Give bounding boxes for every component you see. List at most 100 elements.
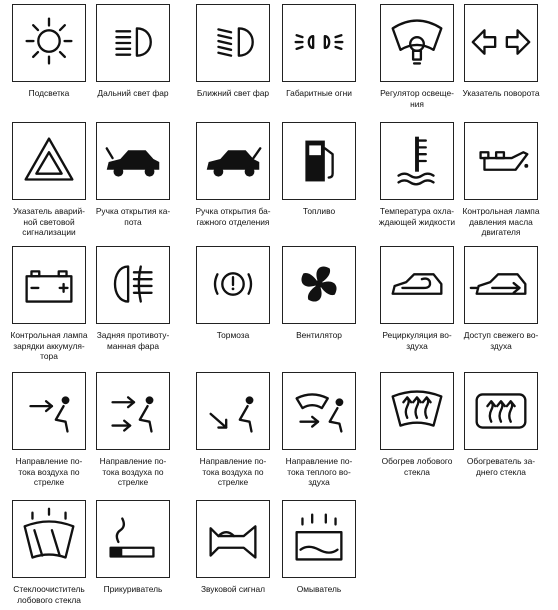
- caption-line: Топливо: [302, 206, 336, 216]
- symbol-caption: Ручка открытия ка-пота: [86, 206, 180, 227]
- caption-line: стрелке: [217, 477, 249, 487]
- symbol-caption: Дальний свет фар: [86, 88, 180, 99]
- fuel-icon: [283, 123, 355, 199]
- symbol-caption: Омыватель: [272, 584, 366, 595]
- symbol-frame: [282, 372, 356, 450]
- low-beam-icon: [197, 5, 269, 81]
- caption-line: здуха: [308, 477, 330, 487]
- caption-line: Дальний свет фар: [97, 88, 169, 98]
- symbol-caption: Доступ свежего во-здуха: [454, 330, 548, 351]
- caption-line: Направление по-: [99, 456, 167, 466]
- caption-line: тока воздуха по: [102, 466, 164, 477]
- symbol-frame: [96, 122, 170, 200]
- caption-line: Подсветка: [28, 88, 70, 98]
- symbol-caption: Тормоза: [186, 330, 280, 341]
- windshield-wiper-icon: [13, 501, 85, 577]
- symbol-frame: [464, 122, 538, 200]
- cigarette-lighter-icon: [97, 501, 169, 577]
- symbol-frame: [96, 372, 170, 450]
- horn-icon: [197, 501, 269, 577]
- caption-line: Обогрев лобового: [381, 456, 453, 466]
- caption-line: Направление по-: [15, 456, 83, 466]
- airflow-face-icon: [13, 373, 85, 449]
- symbol-frame: [196, 122, 270, 200]
- caption-line: тока теплого во-: [287, 466, 351, 477]
- windshield-defrost-icon: [381, 373, 453, 449]
- caption-line: здуха: [490, 340, 512, 351]
- symbol-caption: Ручка открытия ба-гажного отделения: [186, 206, 280, 227]
- symbol-frame: [12, 4, 86, 82]
- symbol-frame: [380, 246, 454, 324]
- symbol-caption: Контрольная лампа зарядки аккумуля-тора: [2, 330, 96, 362]
- washer-icon: [283, 501, 355, 577]
- hood-release-icon: [97, 123, 169, 199]
- symbol-caption: Указатель поворота: [454, 88, 548, 99]
- caption-line: манная фара: [106, 340, 160, 351]
- caption-line: Температура охла-: [379, 206, 455, 216]
- rear-fog-lamp-icon: [97, 247, 169, 323]
- symbol-frame: [12, 122, 86, 200]
- instrument-illumination-icon: [13, 5, 85, 81]
- oil-pressure-icon: [465, 123, 537, 199]
- caption-line: давления масла: [469, 216, 533, 227]
- caption-line: стрелке: [117, 477, 149, 487]
- side-lights-icon: [283, 5, 355, 81]
- caption-line: Рециркуляция во-: [382, 330, 452, 340]
- symbol-caption: Подсветка: [2, 88, 96, 99]
- caption-line: Направление по-: [285, 456, 353, 466]
- lighting-regulator-icon: [381, 5, 453, 81]
- caption-line: здуха: [406, 340, 428, 351]
- symbol-caption: Ближний свет фар: [186, 88, 280, 99]
- caption-line: Контрольная лампа: [10, 330, 88, 340]
- symbol-frame: [96, 500, 170, 578]
- symbol-frame: [282, 4, 356, 82]
- symbol-frame: [380, 372, 454, 450]
- hazard-warning-icon: [13, 123, 85, 199]
- symbol-caption: Регулятор освеще-ния: [370, 88, 464, 109]
- coolant-temperature-icon: [381, 123, 453, 199]
- symbol-frame: [96, 246, 170, 324]
- symbol-frame: [464, 4, 538, 82]
- symbol-frame: [12, 500, 86, 578]
- symbol-caption: Направление по-тока воздуха по стрелке: [2, 456, 96, 488]
- airflow-feet-icon: [197, 373, 269, 449]
- symbol-caption: Направление по-тока воздуха по стрелке: [86, 456, 180, 488]
- symbol-caption: Звуковой сигнал: [186, 584, 280, 595]
- symbol-frame: [282, 246, 356, 324]
- symbol-caption: Вентилятор: [272, 330, 366, 341]
- caption-line: Задняя противоту-: [96, 330, 170, 340]
- symbol-caption: Топливо: [272, 206, 366, 217]
- caption-line: Ручка открытия ба-: [195, 206, 271, 216]
- symbol-frame: [12, 246, 86, 324]
- caption-line: Обогреватель за-: [466, 456, 536, 466]
- brake-icon: [197, 247, 269, 323]
- caption-line: двигателя: [481, 227, 521, 237]
- caption-line: Габаритные огни: [286, 88, 352, 98]
- air-recirculation-icon: [381, 247, 453, 323]
- symbol-frame: [196, 246, 270, 324]
- caption-line: Стеклоочиститель: [13, 584, 85, 594]
- symbol-caption: Обогрев лобового стекла: [370, 456, 464, 477]
- caption-line: Регулятор освеще-: [380, 88, 454, 98]
- symbol-frame: [12, 372, 86, 450]
- symbol-frame: [196, 372, 270, 450]
- airflow-face-feet-icon: [97, 373, 169, 449]
- caption-line: стекла: [404, 466, 430, 477]
- caption-line: зарядки аккумуля-: [13, 340, 85, 351]
- symbol-caption: Габаритные огни: [272, 88, 366, 99]
- caption-line: тока воздуха по: [18, 466, 80, 477]
- caption-line: днего стекла: [476, 466, 526, 477]
- turn-signal-icon: [465, 5, 537, 81]
- symbol-caption: Рециркуляция во-здуха: [370, 330, 464, 351]
- symbol-caption: Обогреватель за-днего стекла: [454, 456, 548, 477]
- symbol-caption: Стеклоочиститель лобового стекла: [2, 584, 96, 605]
- symbol-caption: Задняя противоту-манная фара: [86, 330, 180, 351]
- caption-line: Омыватель: [296, 584, 342, 594]
- caption-line: ждающей жидкости: [378, 216, 456, 227]
- caption-line: Вентилятор: [296, 330, 342, 340]
- symbol-frame: [380, 4, 454, 82]
- high-beam-icon: [97, 5, 169, 81]
- caption-line: Указатель поворота: [462, 88, 540, 98]
- symbol-caption: Прикуриватель: [86, 584, 180, 595]
- symbol-frame: [282, 500, 356, 578]
